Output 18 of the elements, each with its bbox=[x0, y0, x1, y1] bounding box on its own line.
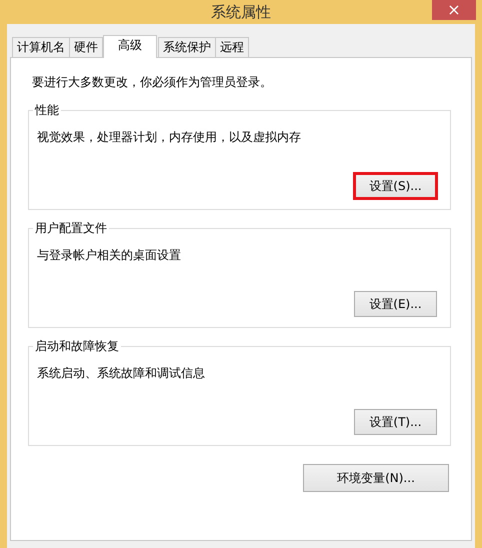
settings-button[interactable]: 设置(T)... bbox=[354, 409, 437, 435]
group-description: 与登录帐户相关的桌面设置 bbox=[37, 247, 182, 264]
group-title: 启动和故障恢复 bbox=[33, 338, 121, 355]
tab[interactable]: 系统保护 bbox=[158, 37, 216, 57]
group-title: 用户配置文件 bbox=[33, 220, 109, 237]
tab[interactable]: 远程 bbox=[215, 37, 249, 57]
environment-variables-button[interactable]: 环境变量(N)... bbox=[303, 464, 449, 492]
settings-button[interactable]: 设置(E)... bbox=[354, 291, 437, 317]
notice-text: 要进行大多数更改，你必须作为管理员登录。 bbox=[32, 74, 273, 91]
tab[interactable]: 高级 bbox=[103, 35, 157, 58]
settings-button[interactable]: 设置(S)... bbox=[354, 173, 437, 199]
group-description: 视觉效果，处理器计划，内存使用，以及虚拟内存 bbox=[37, 129, 302, 146]
group-title: 性能 bbox=[33, 102, 61, 119]
group-description: 系统启动、系统故障和调试信息 bbox=[37, 365, 206, 382]
tab[interactable]: 计算机名 bbox=[12, 37, 70, 57]
close-button[interactable]: × bbox=[432, 0, 476, 20]
window-title: 系统属性 bbox=[211, 2, 271, 22]
tab[interactable]: 硬件 bbox=[69, 37, 103, 57]
